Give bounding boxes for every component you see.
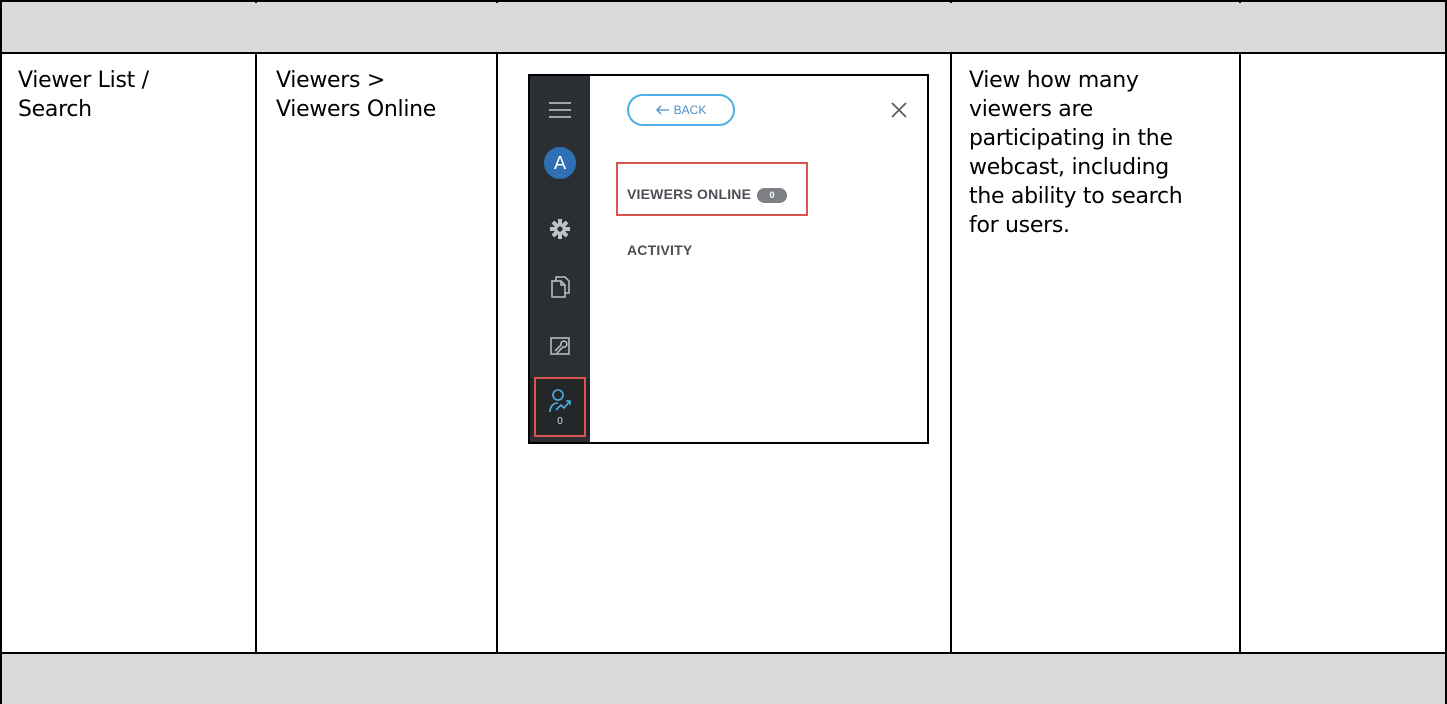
column-divider [496,0,498,3]
footer-band [0,654,1447,704]
table-border [0,0,2,704]
location-cell: Viewers > Viewers Online [276,68,437,122]
column-divider [950,0,952,3]
feature-cell: Viewer List / Search [18,68,149,122]
column-divider [255,0,257,3]
viewers-online-label: VIEWERS ONLINE [627,186,752,202]
presenter-tools-icon[interactable] [530,331,590,361]
column-divider [1239,0,1241,3]
header-band [0,2,1447,52]
back-label: BACK [673,103,707,117]
activity-label: ACTIVITY [627,242,693,258]
viewers-panel-screenshot: A 0 BACK VIEWERS ONLINE 0 ACTIVITY [528,74,929,444]
table-border [0,0,1447,2]
gear-icon[interactable] [530,214,590,244]
table-border [0,652,1447,654]
column-divider [496,52,498,654]
menu-icon[interactable] [530,96,590,124]
close-icon[interactable] [885,96,913,124]
column-divider [950,52,952,654]
column-divider [1239,52,1241,654]
viewers-online-count-badge: 0 [757,188,788,203]
documents-icon[interactable] [530,272,590,302]
back-arrow-icon [655,105,669,115]
menu-activity[interactable]: ACTIVITY [627,242,692,258]
column-divider [255,52,257,654]
viewers-rail-highlight [534,377,586,437]
table-border [0,52,1447,54]
avatar-initial: A [544,147,576,179]
menu-viewers-online[interactable]: VIEWERS ONLINE 0 [627,186,788,203]
back-button[interactable]: BACK [627,94,735,126]
description-cell: View how many viewers are participating … [969,68,1183,238]
avatar[interactable]: A [530,146,590,180]
